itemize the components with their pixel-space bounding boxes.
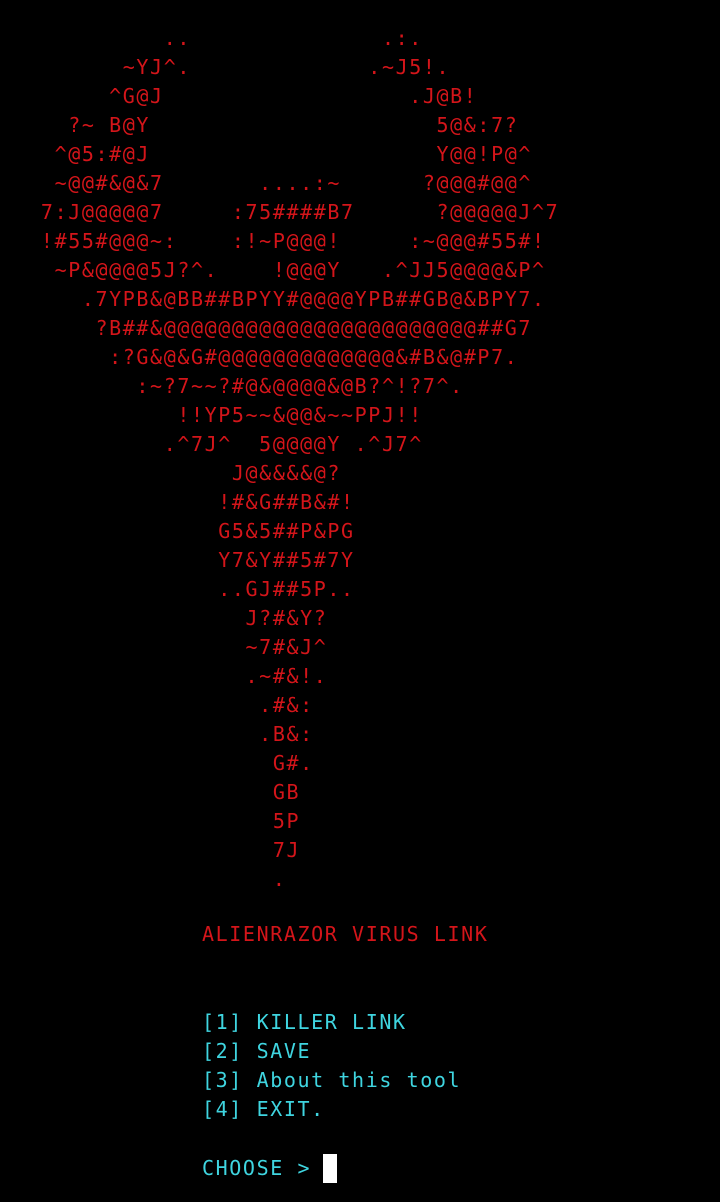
ascii-line: ?B##&@@@@@@@@@@@@@@@@@@@@@@@##G7 xyxy=(0,316,532,340)
ascii-line: .7YPB&@BB##BPYY#@@@@YPB##GB@&BPY7. xyxy=(0,287,546,311)
ascii-line: ~P&@@@@5J?^. !@@@Y .^JJ5@@@@&P^ xyxy=(0,258,546,282)
prompt-label: CHOOSE > xyxy=(202,1156,312,1180)
ascii-line: .. .:. xyxy=(0,26,423,50)
text-cursor[interactable] xyxy=(323,1153,338,1183)
terminal-window: .. .:. ~YJ^. .~J5!. ^G@J .J@B! ?~ B@Y 5@… xyxy=(0,0,720,1202)
tool-title: ALIENRAZOR VIRUS LINK xyxy=(202,922,489,946)
ascii-line: 5P xyxy=(0,809,301,833)
ascii-art-banner: .. .:. ~YJ^. .~J5!. ^G@J .J@B! ?~ B@Y 5@… xyxy=(0,24,720,894)
ascii-line: .B&: xyxy=(0,722,314,746)
ascii-line: :~?7~~?#@&@@@@&@B?^!?7^. xyxy=(0,374,464,398)
ascii-line: :?G&@&G#@@@@@@@@@@@@@&#B&@#P7. xyxy=(0,345,519,369)
ascii-line: G#. xyxy=(0,751,314,775)
ascii-line: GB xyxy=(0,780,301,804)
ascii-line: ?~ B@Y 5@&:7? xyxy=(0,113,519,137)
ascii-line: .#&: xyxy=(0,693,314,717)
choose-prompt[interactable]: CHOOSE > xyxy=(202,1152,338,1184)
ascii-line: ^@5:#@J Y@@!P@^ xyxy=(0,142,532,166)
ascii-line: !!YP5~~&@@&~~PPJ!! xyxy=(0,403,423,427)
menu-item-killer-link[interactable]: [1] KILLER LINK xyxy=(202,1008,461,1037)
ascii-line: 7J xyxy=(0,838,301,862)
ascii-line: ^G@J .J@B! xyxy=(0,84,478,108)
ascii-line: !#55#@@@~: :!~P@@@! :~@@@#55#! xyxy=(0,229,546,253)
menu-item-exit[interactable]: [4] EXIT. xyxy=(202,1095,461,1124)
menu-item-save[interactable]: [2] SAVE xyxy=(202,1037,461,1066)
ascii-line: J@&&&&@? xyxy=(0,461,342,485)
ascii-line: ..GJ##5P.. xyxy=(0,577,355,601)
ascii-line: .~#&!. xyxy=(0,664,328,688)
ascii-line: ~@@#&@&7 ....:~ ?@@@#@@^ xyxy=(0,171,532,195)
main-menu: [1] KILLER LINK [2] SAVE [3] About this … xyxy=(202,1008,461,1124)
ascii-line: 7:J@@@@@7 :75####B7 ?@@@@@J^7 xyxy=(0,200,560,224)
ascii-line: . xyxy=(0,867,287,891)
ascii-line: ~YJ^. .~J5!. xyxy=(0,55,451,79)
ascii-line: J?#&Y? xyxy=(0,606,328,630)
ascii-line: G5&5##P&PG xyxy=(0,519,355,543)
ascii-line: .^7J^ 5@@@@Y .^J7^ xyxy=(0,432,423,456)
ascii-line: Y7&Y##5#7Y xyxy=(0,548,355,572)
ascii-line: ~7#&J^ xyxy=(0,635,328,659)
menu-item-about[interactable]: [3] About this tool xyxy=(202,1066,461,1095)
ascii-line: !#&G##B&#! xyxy=(0,490,355,514)
